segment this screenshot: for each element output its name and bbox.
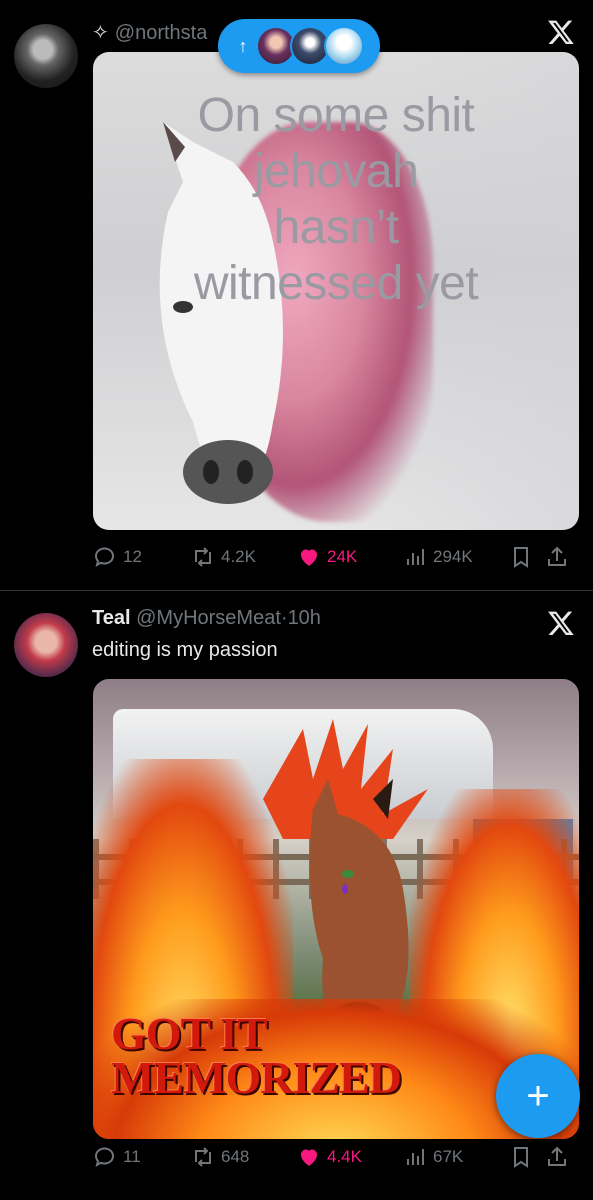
bookmark-button[interactable] bbox=[509, 545, 533, 569]
meme-caption: On some shit jehovah hasn’t witnessed ye… bbox=[93, 88, 579, 312]
avatar[interactable] bbox=[14, 613, 78, 677]
arrow-up-icon: ↑ bbox=[238, 35, 248, 56]
meme-line: jehovah bbox=[253, 145, 419, 198]
plus-icon: + bbox=[526, 1074, 550, 1118]
bookmark-icon bbox=[514, 1147, 528, 1168]
view-count: 67K bbox=[433, 1147, 464, 1166]
reply-count: 12 bbox=[123, 547, 142, 566]
separator: · bbox=[280, 607, 288, 629]
reply-count: 11 bbox=[123, 1147, 141, 1166]
bookmark-icon bbox=[514, 547, 528, 568]
avatar[interactable] bbox=[14, 24, 78, 88]
retweet-button[interactable]: 648 bbox=[191, 1145, 249, 1169]
like-count: 4.4K bbox=[327, 1147, 362, 1166]
meme-line: On some shit bbox=[197, 89, 475, 142]
retweet-button[interactable]: 4.2K bbox=[191, 545, 256, 569]
tweet-text: editing is my passion bbox=[92, 639, 278, 661]
views-icon bbox=[407, 549, 424, 565]
meme-line: MEMORIZED bbox=[111, 1052, 402, 1103]
like-button[interactable]: 24K bbox=[297, 545, 357, 569]
retweet-icon bbox=[195, 547, 211, 567]
tweet-header: Teal @MyHorseMeat·10h bbox=[92, 607, 321, 630]
tweet-image[interactable]: On some shit jehovah hasn’t witnessed ye… bbox=[93, 52, 579, 530]
views-button[interactable]: 67K bbox=[403, 1145, 463, 1169]
x-logo-icon[interactable] bbox=[547, 18, 575, 46]
meme-line: witnessed yet bbox=[193, 257, 479, 310]
like-button[interactable]: 4.4K bbox=[297, 1145, 362, 1169]
view-count: 294K bbox=[433, 547, 473, 566]
share-icon bbox=[548, 546, 566, 566]
share-button[interactable] bbox=[545, 1145, 569, 1169]
reply-button[interactable]: 11 bbox=[93, 1145, 141, 1169]
sparkle-icon: ✧ bbox=[92, 22, 109, 44]
reply-icon bbox=[94, 547, 115, 568]
compose-button[interactable]: + bbox=[496, 1054, 580, 1138]
pill-avatar bbox=[324, 26, 364, 66]
heart-icon bbox=[301, 549, 317, 566]
reply-icon bbox=[94, 1147, 115, 1168]
heart-icon bbox=[301, 1149, 317, 1166]
bookmark-button[interactable] bbox=[509, 1145, 533, 1169]
share-icon bbox=[548, 1146, 566, 1166]
display-name[interactable]: Teal bbox=[92, 607, 131, 629]
meme-line: hasn’t bbox=[273, 201, 399, 254]
retweet-count: 4.2K bbox=[221, 547, 256, 566]
x-logo-icon[interactable] bbox=[547, 609, 575, 637]
tweet-actions: 12 4.2K 24K 294K bbox=[93, 543, 575, 571]
new-posts-pill[interactable]: ↑ bbox=[218, 19, 380, 73]
tweet-1[interactable]: ✧ @northsta ↑ On some shit jehovah hasn’t… bbox=[0, 0, 593, 590]
retweet-icon bbox=[195, 1147, 211, 1167]
timestamp[interactable]: 10h bbox=[288, 607, 321, 629]
retweet-count: 648 bbox=[221, 1147, 250, 1166]
tweet-2[interactable]: Teal @MyHorseMeat·10h editing is my pass… bbox=[0, 590, 593, 1200]
user-handle[interactable]: @MyHorseMeat bbox=[136, 607, 281, 629]
views-icon bbox=[407, 1149, 424, 1165]
tweet-header: ✧ @northsta bbox=[92, 20, 207, 45]
tweet-actions: 11 648 4.4K 67K bbox=[93, 1143, 575, 1171]
reply-button[interactable]: 12 bbox=[93, 545, 142, 569]
user-handle[interactable]: @northsta bbox=[115, 22, 208, 44]
like-count: 24K bbox=[327, 547, 358, 566]
views-button[interactable]: 294K bbox=[403, 545, 473, 569]
share-button[interactable] bbox=[545, 545, 569, 569]
